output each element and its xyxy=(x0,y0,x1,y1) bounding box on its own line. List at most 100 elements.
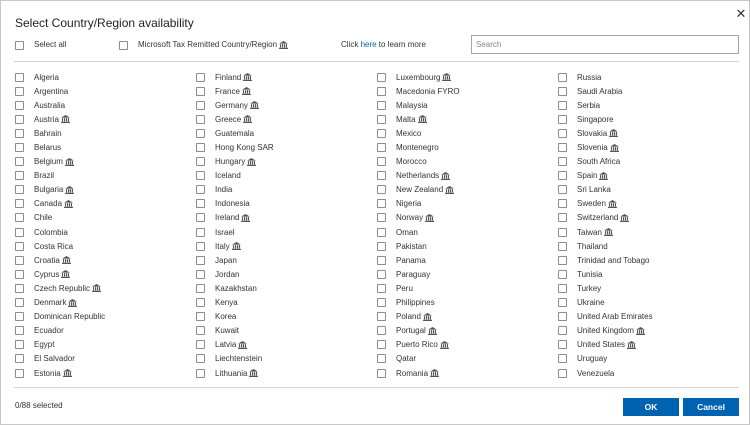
country-checkbox[interactable] xyxy=(558,213,567,223)
ok-button[interactable]: OK xyxy=(623,398,679,416)
country-checkbox[interactable] xyxy=(377,86,386,96)
country-checkbox[interactable] xyxy=(15,298,24,308)
country-option[interactable]: South Africa xyxy=(558,155,653,169)
country-checkbox[interactable] xyxy=(558,72,567,82)
country-checkbox[interactable] xyxy=(377,213,386,223)
country-checkbox[interactable] xyxy=(196,227,205,237)
country-checkbox[interactable] xyxy=(377,283,386,293)
country-checkbox[interactable] xyxy=(196,199,205,209)
country-option[interactable]: Qatar xyxy=(377,352,460,366)
country-option[interactable]: Switzerland xyxy=(558,211,653,225)
country-option[interactable]: Liechtenstein xyxy=(196,352,274,366)
country-option[interactable]: Russia xyxy=(558,70,653,84)
country-option[interactable]: Indonesia xyxy=(196,197,274,211)
country-checkbox[interactable] xyxy=(377,100,386,110)
country-option[interactable]: India xyxy=(196,183,274,197)
country-checkbox[interactable] xyxy=(15,171,24,181)
country-option[interactable]: Oman xyxy=(377,225,460,239)
country-option[interactable]: Turkey xyxy=(558,281,653,295)
country-checkbox[interactable] xyxy=(377,185,386,195)
country-option[interactable]: Uruguay xyxy=(558,352,653,366)
country-option[interactable]: Poland xyxy=(377,310,460,324)
country-option[interactable]: Norway xyxy=(377,211,460,225)
country-option[interactable]: Kazakhstan xyxy=(196,281,274,295)
country-option[interactable]: Belgium xyxy=(15,155,105,169)
country-checkbox[interactable] xyxy=(15,157,24,167)
country-checkbox[interactable] xyxy=(15,227,24,237)
country-option[interactable]: Portugal xyxy=(377,324,460,338)
country-option[interactable]: Luxembourg xyxy=(377,70,460,84)
country-checkbox[interactable] xyxy=(558,143,567,153)
country-option[interactable]: Latvia xyxy=(196,338,274,352)
country-option[interactable]: Tunisia xyxy=(558,267,653,281)
country-checkbox[interactable] xyxy=(15,128,24,138)
country-option[interactable]: Canada xyxy=(15,197,105,211)
country-checkbox[interactable] xyxy=(377,157,386,167)
country-option[interactable]: Czech Republic xyxy=(15,281,105,295)
country-option[interactable]: Philippines xyxy=(377,296,460,310)
country-option[interactable]: Cyprus xyxy=(15,267,105,281)
country-checkbox[interactable] xyxy=(15,368,24,378)
country-checkbox[interactable] xyxy=(377,326,386,336)
country-option[interactable]: Romania xyxy=(377,366,460,380)
select-all-checkbox[interactable] xyxy=(15,40,24,50)
country-checkbox[interactable] xyxy=(558,199,567,209)
country-checkbox[interactable] xyxy=(558,269,567,279)
country-checkbox[interactable] xyxy=(377,227,386,237)
country-checkbox[interactable] xyxy=(15,143,24,153)
country-checkbox[interactable] xyxy=(196,157,205,167)
country-checkbox[interactable] xyxy=(558,157,567,167)
country-checkbox[interactable] xyxy=(15,72,24,82)
country-checkbox[interactable] xyxy=(558,340,567,350)
country-checkbox[interactable] xyxy=(196,143,205,153)
country-checkbox[interactable] xyxy=(196,213,205,223)
country-option[interactable]: Ecuador xyxy=(15,324,105,338)
country-option[interactable]: United Arab Emirates xyxy=(558,310,653,324)
country-checkbox[interactable] xyxy=(15,213,24,223)
country-checkbox[interactable] xyxy=(196,241,205,251)
country-checkbox[interactable] xyxy=(196,368,205,378)
country-checkbox[interactable] xyxy=(15,100,24,110)
tax-remitted-checkbox[interactable] xyxy=(119,40,128,50)
country-option[interactable]: Hungary xyxy=(196,155,274,169)
country-checkbox[interactable] xyxy=(558,185,567,195)
country-option[interactable]: Italy xyxy=(196,239,274,253)
country-checkbox[interactable] xyxy=(15,255,24,265)
country-checkbox[interactable] xyxy=(15,114,24,124)
country-checkbox[interactable] xyxy=(196,185,205,195)
country-checkbox[interactable] xyxy=(377,368,386,378)
country-checkbox[interactable] xyxy=(15,86,24,96)
country-option[interactable]: Macedonia FYRO xyxy=(377,84,460,98)
country-checkbox[interactable] xyxy=(15,269,24,279)
country-checkbox[interactable] xyxy=(15,326,24,336)
country-checkbox[interactable] xyxy=(196,312,205,322)
search-input[interactable] xyxy=(471,35,739,54)
country-option[interactable]: Jordan xyxy=(196,267,274,281)
country-option[interactable]: Iceland xyxy=(196,169,274,183)
country-option[interactable]: Algeria xyxy=(15,70,105,84)
country-checkbox[interactable] xyxy=(196,171,205,181)
country-option[interactable]: France xyxy=(196,84,274,98)
country-option[interactable]: Israel xyxy=(196,225,274,239)
country-checkbox[interactable] xyxy=(558,114,567,124)
country-checkbox[interactable] xyxy=(558,241,567,251)
country-checkbox[interactable] xyxy=(377,340,386,350)
country-option[interactable]: Mexico xyxy=(377,126,460,140)
country-checkbox[interactable] xyxy=(377,199,386,209)
country-checkbox[interactable] xyxy=(196,340,205,350)
country-checkbox[interactable] xyxy=(377,269,386,279)
country-checkbox[interactable] xyxy=(377,255,386,265)
country-option[interactable]: United States xyxy=(558,338,653,352)
country-option[interactable]: Montenegro xyxy=(377,140,460,154)
learn-more-link[interactable]: here xyxy=(361,40,377,49)
country-option[interactable]: Paraguay xyxy=(377,267,460,281)
country-checkbox[interactable] xyxy=(196,354,205,364)
country-option[interactable]: Bulgaria xyxy=(15,183,105,197)
tax-remitted-filter-option[interactable]: Microsoft Tax Remitted Country/Region xyxy=(119,39,288,51)
country-option[interactable]: Venezuela xyxy=(558,366,653,380)
cancel-button[interactable]: Cancel xyxy=(683,398,739,416)
country-option[interactable]: Croatia xyxy=(15,253,105,267)
close-icon[interactable]: ✕ xyxy=(734,7,748,21)
country-checkbox[interactable] xyxy=(15,312,24,322)
country-checkbox[interactable] xyxy=(15,283,24,293)
